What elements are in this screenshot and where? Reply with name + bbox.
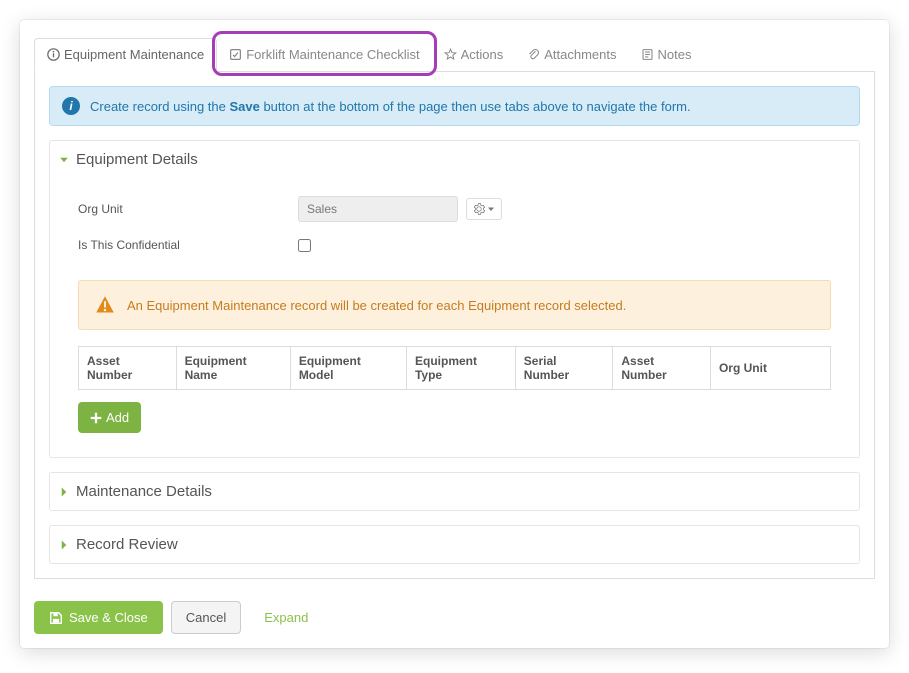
- caret-down-icon: [487, 205, 495, 213]
- tab-attachments[interactable]: Attachments: [515, 39, 628, 71]
- table-header-row: Asset Number Equipment Name Equipment Mo…: [79, 347, 831, 390]
- expand-button[interactable]: Expand: [249, 601, 323, 634]
- row-confidential: Is This Confidential: [78, 230, 831, 260]
- save-icon: [49, 611, 63, 625]
- confidential-checkbox[interactable]: [298, 239, 311, 252]
- col-org-unit: Org Unit: [710, 347, 830, 390]
- org-unit-settings-button[interactable]: [466, 198, 502, 220]
- tab-notes[interactable]: Notes: [629, 39, 704, 71]
- chevron-down-icon: [58, 154, 70, 166]
- chevron-right-icon: [58, 539, 70, 551]
- section-equipment-details: Equipment Details Org Unit Sales Is This…: [49, 140, 860, 458]
- footer-actions: Save & Close Cancel Expand: [34, 601, 875, 634]
- star-icon: [444, 48, 457, 61]
- gear-icon: [473, 203, 485, 215]
- section-record-review[interactable]: Record Review: [49, 525, 860, 564]
- paperclip-icon: [527, 48, 540, 61]
- info-alert-bold: Save: [229, 99, 259, 114]
- tab-actions[interactable]: Actions: [432, 39, 516, 71]
- tab-label: Notes: [658, 47, 692, 62]
- section-header-equipment-details[interactable]: Equipment Details: [50, 141, 859, 178]
- tab-label: Equipment Maintenance: [64, 47, 204, 62]
- tab-forklift-checklist[interactable]: Forklift Maintenance Checklist: [217, 39, 431, 71]
- equipment-table: Asset Number Equipment Name Equipment Mo…: [78, 346, 831, 390]
- col-equipment-model: Equipment Model: [290, 347, 406, 390]
- col-asset-number: Asset Number: [79, 347, 177, 390]
- section-title: Record Review: [76, 536, 178, 553]
- tab-label: Actions: [461, 47, 504, 62]
- col-equipment-type: Equipment Type: [406, 347, 515, 390]
- info-circle-icon: [47, 48, 60, 61]
- label-confidential: Is This Confidential: [78, 238, 298, 252]
- checkbox-icon: [229, 48, 242, 61]
- add-button-label: Add: [106, 410, 129, 425]
- row-org-unit: Org Unit Sales: [78, 188, 831, 230]
- save-close-button[interactable]: Save & Close: [34, 601, 163, 634]
- warning-triangle-icon: [95, 295, 115, 315]
- save-close-label: Save & Close: [69, 610, 148, 625]
- section-body: Org Unit Sales Is This Confidential An E…: [50, 178, 859, 457]
- warning-text: An Equipment Maintenance record will be …: [127, 298, 626, 313]
- col-equipment-name: Equipment Name: [176, 347, 290, 390]
- info-alert-post: button at the bottom of the page then us…: [260, 99, 691, 114]
- org-unit-field[interactable]: Sales: [298, 196, 458, 222]
- section-title: Equipment Details: [76, 151, 198, 168]
- section-title: Maintenance Details: [76, 483, 212, 500]
- tab-equipment-maintenance[interactable]: Equipment Maintenance: [34, 38, 217, 72]
- tab-label: Forklift Maintenance Checklist: [246, 47, 419, 62]
- col-serial-number: Serial Number: [515, 347, 613, 390]
- expand-label: Expand: [264, 610, 308, 625]
- col-asset-number-2: Asset Number: [613, 347, 711, 390]
- info-alert-text: Create record using the Save button at t…: [90, 99, 691, 114]
- tab-panel: i Create record using the Save button at…: [34, 72, 875, 579]
- info-alert: i Create record using the Save button at…: [49, 86, 860, 126]
- warning-alert: An Equipment Maintenance record will be …: [78, 280, 831, 330]
- tab-label: Attachments: [544, 47, 616, 62]
- add-button[interactable]: Add: [78, 402, 141, 433]
- info-alert-pre: Create record using the: [90, 99, 229, 114]
- plus-icon: [90, 412, 102, 424]
- tab-bar: Equipment Maintenance Forklift Maintenan…: [34, 38, 875, 72]
- section-maintenance-details[interactable]: Maintenance Details: [49, 472, 860, 511]
- note-icon: [641, 48, 654, 61]
- cancel-button[interactable]: Cancel: [171, 601, 241, 634]
- label-org-unit: Org Unit: [78, 202, 298, 216]
- form-window: Equipment Maintenance Forklift Maintenan…: [20, 20, 889, 648]
- chevron-right-icon: [58, 486, 70, 498]
- info-icon: i: [62, 97, 80, 115]
- cancel-label: Cancel: [186, 610, 226, 625]
